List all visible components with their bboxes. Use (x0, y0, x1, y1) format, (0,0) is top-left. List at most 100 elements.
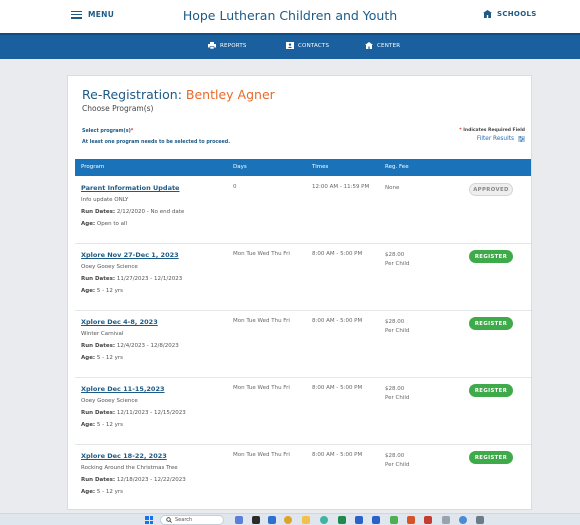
program-days: Mon Tue Wed Thu Fri (233, 318, 290, 324)
age-label: Age: (81, 221, 96, 227)
program-run-dates: Run Dates: 12/4/2023 - 12/8/2023 (81, 343, 179, 349)
taskbar-search[interactable]: Search (160, 515, 224, 525)
program-run-dates: Run Dates: 2/12/2020 - No end date (81, 209, 184, 215)
acrobat-icon[interactable] (424, 516, 432, 524)
table-row: Xplore Dec 11-15,2023 Ooey Gooey Science… (75, 377, 531, 445)
run-dates-value: 11/27/2023 - 12/1/2023 (116, 276, 183, 282)
register-button[interactable]: REGISTER (469, 451, 513, 464)
nav-reports[interactable]: REPORTS (208, 42, 247, 49)
schools-button[interactable]: SCHOOLS (483, 10, 537, 18)
filter-results-label: Filter Results (476, 136, 514, 142)
powerpoint-icon[interactable] (407, 516, 415, 524)
page-title: Re-Registration: Bentley Agner (82, 87, 275, 102)
col-days: Days (233, 164, 247, 170)
program-name-link[interactable]: Parent Information Update (81, 184, 179, 192)
nav-center[interactable]: CENTER (365, 42, 400, 49)
program-description: Rocking Around the Christmas Tree (81, 465, 178, 471)
school-icon (483, 10, 492, 18)
center-building-icon (365, 42, 373, 49)
program-name-link[interactable]: Xplore Dec 18-22, 2023 (81, 452, 167, 460)
nav-center-label: CENTER (377, 42, 401, 49)
program-age: Age: 5 - 12 yrs (81, 355, 123, 361)
col-reg-fee: Reg. Fee (385, 164, 409, 170)
table-header: Program Days Times Reg. Fee (75, 159, 531, 176)
age-label: Age: (81, 288, 96, 294)
schools-label: SCHOOLS (497, 10, 537, 18)
select-programs-label: Select program(s)* (82, 129, 133, 134)
table-row: Xplore Dec 4-8, 2023 Winter Carnival Run… (75, 310, 531, 378)
search-icon (166, 517, 172, 523)
fee-amount: $28.00 (385, 386, 405, 392)
table-row: Xplore Nov 27-Dec 1, 2023 Ooey Gooey Sci… (75, 243, 531, 311)
age-label: Age: (81, 489, 96, 495)
col-times: Times (312, 164, 329, 170)
top-header: MENU Hope Lutheran Children and Youth SC… (0, 0, 580, 33)
program-name-link[interactable]: Xplore Dec 11-15,2023 (81, 385, 165, 393)
edge-icon[interactable] (320, 516, 328, 524)
run-dates-value: 12/4/2023 - 12/8/2023 (116, 343, 179, 349)
program-name-link[interactable]: Xplore Dec 4-8, 2023 (81, 318, 158, 326)
program-name-link[interactable]: Xplore Nov 27-Dec 1, 2023 (81, 251, 179, 259)
program-days: Mon Tue Wed Thu Fri (233, 251, 290, 257)
nav-contacts-label: CONTACTS (298, 42, 330, 49)
excel-icon[interactable] (338, 516, 346, 524)
fee-amount: $28.00 (385, 319, 405, 325)
required-note-text: Indicates Required Field (463, 128, 525, 133)
filter-results-link[interactable]: Filter Results (477, 136, 525, 142)
required-star: * (130, 129, 134, 134)
program-fee: $28.00 Per Child (385, 385, 409, 402)
run-dates-label: Run Dates: (81, 477, 116, 483)
program-age: Age: 5 - 12 yrs (81, 422, 123, 428)
program-times: 12:00 AM - 11:59 PM (312, 184, 370, 190)
run-dates-label: Run Dates: (81, 209, 116, 215)
chrome-icon[interactable] (284, 516, 292, 524)
printer-icon (208, 42, 216, 49)
browser-icon[interactable] (459, 516, 467, 524)
age-value: Open to all (96, 221, 128, 227)
age-value: 5 - 12 yrs (96, 422, 123, 428)
contact-card-icon (286, 42, 294, 49)
run-dates-label: Run Dates: (81, 276, 116, 282)
snipping-tool-icon[interactable] (442, 516, 450, 524)
run-dates-value: 2/12/2020 - No end date (116, 209, 185, 215)
fee-unit: Per Child (385, 461, 410, 468)
taskbar-search-label: Search (175, 517, 193, 523)
program-fee: $28.00 Per Child (385, 318, 409, 335)
program-age: Age: 5 - 12 yrs (81, 288, 123, 294)
nav-contacts[interactable]: CONTACTS (286, 42, 329, 49)
file-explorer-icon[interactable] (302, 516, 310, 524)
program-run-dates: Run Dates: 11/27/2023 - 12/1/2023 (81, 276, 182, 282)
age-value: 5 - 12 yrs (96, 288, 123, 294)
register-button[interactable]: REGISTER (469, 384, 513, 397)
page-subtitle: Choose Program(s) (82, 104, 154, 113)
page-title-prefix: Re-Registration: (82, 87, 182, 102)
os-taskbar: Search (0, 513, 580, 525)
col-program: Program (81, 164, 105, 170)
age-value: 5 - 12 yrs (96, 355, 123, 361)
register-button[interactable]: REGISTER (469, 250, 513, 263)
run-dates-label: Run Dates: (81, 410, 116, 416)
register-button[interactable]: REGISTER (469, 317, 513, 330)
word-icon[interactable] (355, 516, 363, 524)
program-times: 8:00 AM - 5:00 PM (312, 385, 363, 391)
fee-unit: Per Child (385, 327, 410, 334)
chat-icon[interactable] (268, 516, 276, 524)
outlook-icon[interactable] (372, 516, 380, 524)
calculator-icon[interactable] (476, 516, 484, 524)
copilot-icon[interactable] (235, 516, 243, 524)
filter-sliders-icon (518, 136, 525, 142)
program-run-dates: Run Dates: 12/11/2023 - 12/15/2023 (81, 410, 186, 416)
task-view-icon[interactable] (252, 516, 260, 524)
program-description: Ooey Gooey Science (81, 398, 138, 404)
windows-start-icon[interactable] (145, 516, 153, 524)
program-fee: $28.00 Per Child (385, 452, 409, 469)
approved-status-button[interactable]: APPROVED (469, 183, 513, 196)
fee-unit: Per Child (385, 394, 410, 401)
table-row: Xplore Dec 18-22, 2023 Rocking Around th… (75, 444, 531, 509)
run-dates-label: Run Dates: (81, 343, 116, 349)
select-programs-text: Select program(s) (82, 129, 131, 134)
fee-amount: None (385, 185, 400, 191)
program-days: Mon Tue Wed Thu Fri (233, 452, 290, 458)
publisher-icon[interactable] (390, 516, 398, 524)
program-age: Age: Open to all (81, 221, 127, 227)
